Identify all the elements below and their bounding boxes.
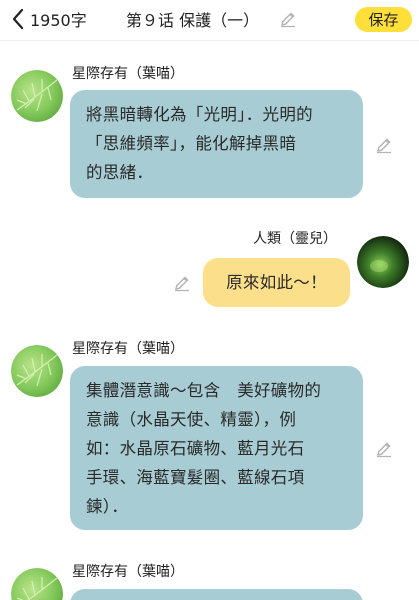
- speaker-name: 星際存有（葉喵）: [72, 564, 184, 580]
- message-line: 將黑暗轉化為「光明」．光明的: [86, 105, 313, 124]
- message-line: 「思維頻率」，能化解掉黑暗: [86, 134, 297, 153]
- leaf-avatar-image: [11, 568, 63, 600]
- message-line: 的思緒．: [86, 163, 154, 182]
- message-line: 手環、海藍寶髮圈、藍線石項: [86, 468, 305, 487]
- message-line: 如：水晶原石礦物、藍月光石: [86, 439, 305, 458]
- edit-message-pencil-icon[interactable]: [375, 440, 393, 458]
- avatar-leaf[interactable]: [11, 345, 63, 397]
- word-count: 1950字: [30, 11, 87, 30]
- edit-title-pencil-icon[interactable]: [279, 10, 297, 28]
- green-orb-avatar-image: [357, 236, 409, 288]
- avatar-leaf[interactable]: [11, 568, 63, 600]
- chevron-left-icon: [12, 8, 24, 30]
- speaker-name: 星際存有（葉喵）: [72, 341, 184, 357]
- leaf-avatar-image: [11, 70, 63, 122]
- message-line: 鍊）．: [86, 497, 129, 516]
- chapter-title-area[interactable]: 第９话 保護（一）: [126, 6, 259, 32]
- top-bar: 1950字 第９话 保護（一） 保存: [0, 0, 419, 41]
- avatar-orb[interactable]: [357, 236, 409, 288]
- message-bubble[interactable]: 原來如此～！: [203, 258, 350, 307]
- message-bubble[interactable]: 將黑暗轉化為「光明」．光明的 「思維頻率」，能化解掉黑暗 的思緒．: [70, 90, 363, 198]
- leaf-avatar-image: [11, 345, 63, 397]
- avatar-leaf[interactable]: [11, 70, 63, 122]
- message-line: 集體潛意識～包含 美好礦物的: [86, 381, 322, 400]
- save-button[interactable]: 保存: [355, 7, 412, 32]
- message-line: 原來如此～！: [226, 273, 327, 292]
- chat-story-editor: 1950字 第９话 保護（一） 保存 星際存有（葉喵） 將黑暗轉化為「光明」．光…: [0, 0, 419, 600]
- message-line: 意識（水晶天使、精靈），例: [86, 410, 297, 429]
- speaker-name: 星際存有（葉喵）: [72, 66, 184, 82]
- message-bubble[interactable]: 集體潛意識～包含 美好礦物的 意識（水晶天使、精靈），例 如：水晶原石礦物、藍月…: [70, 366, 363, 530]
- chapter-title: 第９话 保護（一）: [126, 11, 260, 30]
- speaker-name: 人類（靈兒）: [253, 231, 337, 247]
- back-button[interactable]: 1950字: [10, 6, 87, 32]
- edit-message-pencil-icon[interactable]: [375, 136, 393, 154]
- edit-message-pencil-icon[interactable]: [173, 274, 191, 292]
- message-bubble[interactable]: [70, 589, 363, 600]
